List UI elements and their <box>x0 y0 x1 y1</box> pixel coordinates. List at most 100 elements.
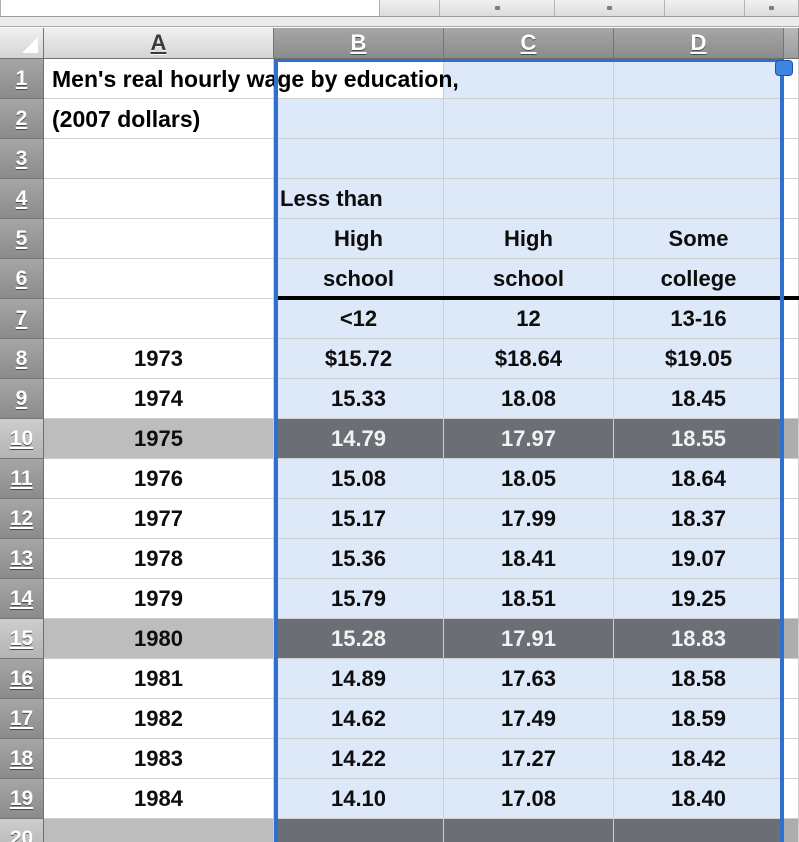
grid-row[interactable]: 1976 15.08 18.05 18.64 <box>44 459 799 499</box>
cell-E9[interactable] <box>784 379 799 419</box>
cell-E8[interactable] <box>784 339 799 379</box>
column-header-a[interactable]: A <box>44 28 274 59</box>
row-header-18[interactable]: 18 <box>0 739 44 779</box>
cell-B18[interactable]: 14.22 <box>274 739 444 779</box>
cell-C14[interactable]: 18.51 <box>444 579 614 619</box>
cell-D1[interactable] <box>614 59 784 99</box>
cell-D8[interactable]: $19.05 <box>614 339 784 379</box>
cell-B14[interactable]: 15.79 <box>274 579 444 619</box>
cell-D2[interactable] <box>614 99 784 139</box>
cell-B17[interactable]: 14.62 <box>274 699 444 739</box>
cell-A1[interactable] <box>44 59 274 99</box>
cell-B3[interactable] <box>274 139 444 179</box>
cell-B5[interactable]: High <box>274 219 444 259</box>
cell-B2[interactable] <box>274 99 444 139</box>
row-header-10[interactable]: 10 <box>0 419 44 459</box>
cell-E19[interactable] <box>784 779 799 819</box>
cell-B10[interactable]: 14.79 <box>274 419 444 459</box>
cell-D10[interactable]: 18.55 <box>614 419 784 459</box>
row-header-14[interactable]: 14 <box>0 579 44 619</box>
cell-E2[interactable] <box>784 99 799 139</box>
row-header-20[interactable]: 20 <box>0 819 44 842</box>
cell-A18[interactable]: 1983 <box>44 739 274 779</box>
row-header-19[interactable]: 19 <box>0 779 44 819</box>
cell-E11[interactable] <box>784 459 799 499</box>
toolbar-button-5[interactable] <box>745 0 799 16</box>
cell-D9[interactable]: 18.45 <box>614 379 784 419</box>
grid-row[interactable]: <12 12 13-16 <box>44 296 799 339</box>
cell-A20[interactable] <box>44 819 274 842</box>
cell-C3[interactable] <box>444 139 614 179</box>
row-header-17[interactable]: 17 <box>0 699 44 739</box>
grid-row[interactable]: 1984 14.10 17.08 18.40 <box>44 779 799 819</box>
row-header-2[interactable]: 2 <box>0 99 44 139</box>
cell-C19[interactable]: 17.08 <box>444 779 614 819</box>
row-header-11[interactable]: 11 <box>0 459 44 499</box>
cell-D6[interactable]: college <box>614 259 784 299</box>
row-header-6[interactable]: 6 <box>0 259 44 299</box>
cell-D18[interactable]: 18.42 <box>614 739 784 779</box>
cell-D15[interactable]: 18.83 <box>614 619 784 659</box>
row-header-7[interactable]: 7 <box>0 299 44 339</box>
cell-A5[interactable] <box>44 219 274 259</box>
cell-A17[interactable]: 1982 <box>44 699 274 739</box>
cell-D5[interactable]: Some <box>614 219 784 259</box>
cell-A11[interactable]: 1976 <box>44 459 274 499</box>
grid-row[interactable]: 1980 15.28 17.91 18.83 <box>44 619 799 659</box>
grid-row[interactable]: school school college <box>44 259 799 299</box>
formula-bar[interactable] <box>0 0 380 16</box>
cell-E7[interactable] <box>784 299 799 339</box>
cell-E17[interactable] <box>784 699 799 739</box>
cell-E4[interactable] <box>784 179 799 219</box>
grid-row[interactable] <box>44 59 799 99</box>
cell-B9[interactable]: 15.33 <box>274 379 444 419</box>
grid-row[interactable]: High High Some <box>44 219 799 259</box>
cell-B11[interactable]: 15.08 <box>274 459 444 499</box>
cell-E10[interactable] <box>784 419 799 459</box>
cell-D19[interactable]: 18.40 <box>614 779 784 819</box>
grid-row[interactable]: 1982 14.62 17.49 18.59 <box>44 699 799 739</box>
cell-C13[interactable]: 18.41 <box>444 539 614 579</box>
row-header-5[interactable]: 5 <box>0 219 44 259</box>
cell-A10[interactable]: 1975 <box>44 419 274 459</box>
cell-B1[interactable] <box>274 59 444 99</box>
cell-D12[interactable]: 18.37 <box>614 499 784 539</box>
cell-C12[interactable]: 17.99 <box>444 499 614 539</box>
selection-fill-handle[interactable] <box>775 60 793 76</box>
cell-C18[interactable]: 17.27 <box>444 739 614 779</box>
cell-E12[interactable] <box>784 499 799 539</box>
grid-row[interactable] <box>44 819 799 842</box>
cell-C11[interactable]: 18.05 <box>444 459 614 499</box>
column-header-c[interactable]: C <box>444 28 614 59</box>
grid-row[interactable]: 1977 15.17 17.99 18.37 <box>44 499 799 539</box>
grid-row[interactable]: 1978 15.36 18.41 19.07 <box>44 539 799 579</box>
select-all-corner[interactable] <box>0 28 44 59</box>
cell-E3[interactable] <box>784 139 799 179</box>
grid-row[interactable]: 1973 $15.72 $18.64 $19.05 <box>44 339 799 379</box>
cell-A7[interactable] <box>44 299 274 339</box>
cell-D7[interactable]: 13-16 <box>614 299 784 339</box>
cell-C1[interactable] <box>444 59 614 99</box>
cell-B16[interactable]: 14.89 <box>274 659 444 699</box>
row-header-13[interactable]: 13 <box>0 539 44 579</box>
cell-A3[interactable] <box>44 139 274 179</box>
grid-row[interactable]: 1974 15.33 18.08 18.45 <box>44 379 799 419</box>
cell-A19[interactable]: 1984 <box>44 779 274 819</box>
cell-A15[interactable]: 1980 <box>44 619 274 659</box>
cell-C5[interactable]: High <box>444 219 614 259</box>
cell-D20[interactable] <box>614 819 784 842</box>
cell-D17[interactable]: 18.59 <box>614 699 784 739</box>
cell-C7[interactable]: 12 <box>444 299 614 339</box>
grid-row[interactable]: 1983 14.22 17.27 18.42 <box>44 739 799 779</box>
spreadsheet-grid[interactable]: A B C D 1 2 3 4 5 6 7 8 9 10 11 12 13 14 15 16 17 18 19 20 … <box>0 28 799 842</box>
cell-B12[interactable]: 15.17 <box>274 499 444 539</box>
column-header-b[interactable]: B <box>274 28 444 59</box>
cell-D4[interactable] <box>614 179 784 219</box>
cell-A9[interactable]: 1974 <box>44 379 274 419</box>
cell-D16[interactable]: 18.58 <box>614 659 784 699</box>
cell-A14[interactable]: 1979 <box>44 579 274 619</box>
cell-E15[interactable] <box>784 619 799 659</box>
grid-row[interactable]: 1981 14.89 17.63 18.58 <box>44 659 799 699</box>
column-header-d[interactable]: D <box>614 28 784 59</box>
cell-D13[interactable]: 19.07 <box>614 539 784 579</box>
